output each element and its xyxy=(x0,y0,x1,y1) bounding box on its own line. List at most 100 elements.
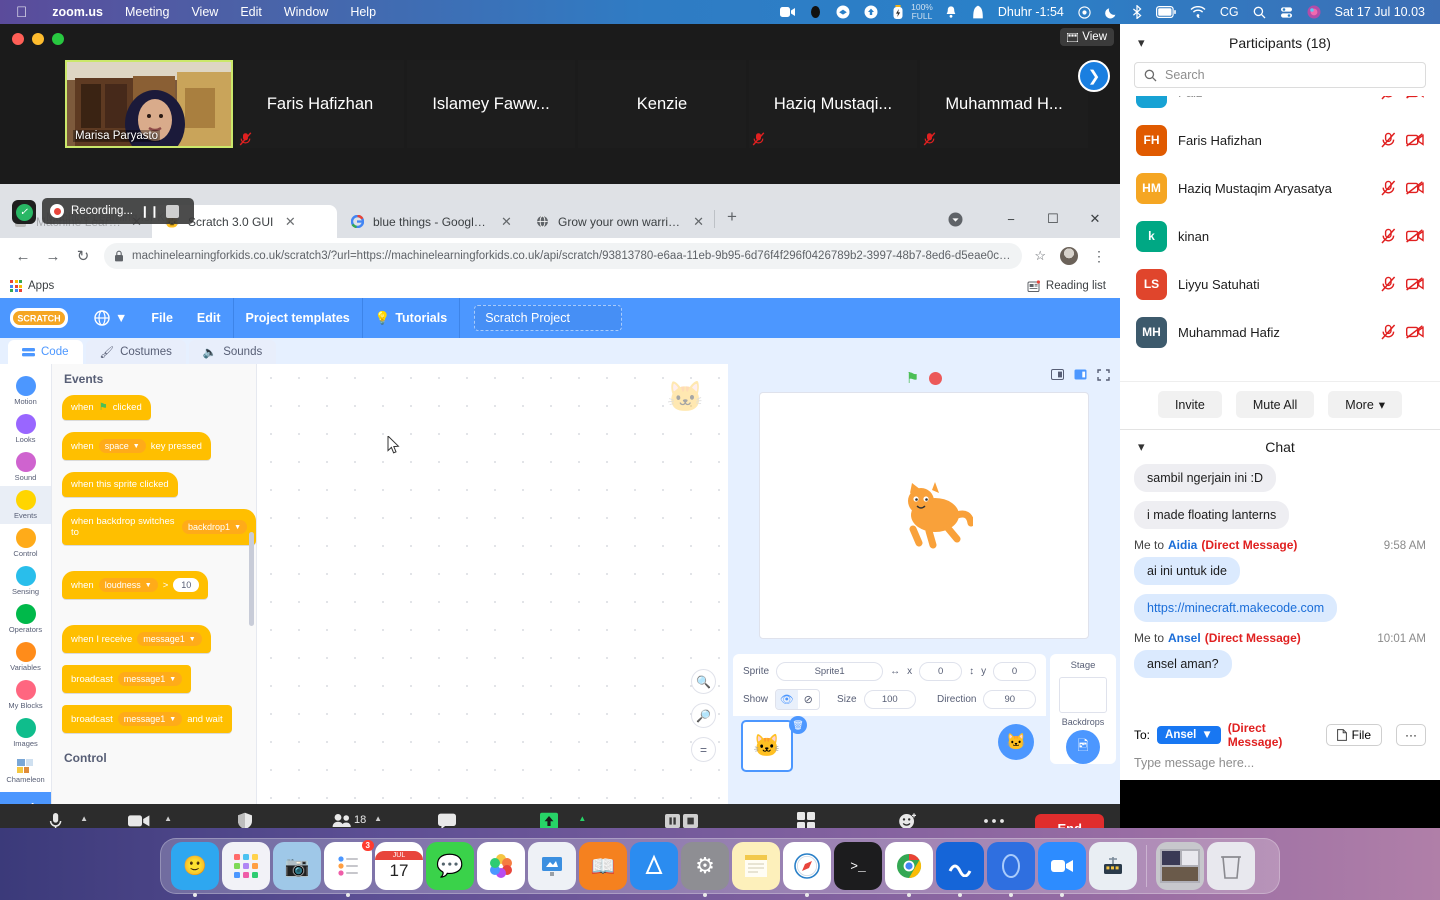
threshold-input[interactable]: 10 xyxy=(173,578,200,592)
stack-preview-icon[interactable] xyxy=(1156,842,1204,890)
category-looks[interactable]: Looks xyxy=(0,410,51,448)
menu-item-view[interactable]: View xyxy=(180,5,229,19)
key-dropdown[interactable]: space ▼ xyxy=(98,439,146,453)
safari-icon[interactable] xyxy=(783,842,831,897)
category-chameleon[interactable]: Chameleon xyxy=(0,752,51,790)
palette-scrollbar[interactable] xyxy=(249,532,254,626)
browser-tab-warrigal-greens[interactable]: Grow your own warrigal greens - ✕ xyxy=(522,205,714,238)
stage-thumbnail[interactable] xyxy=(1059,677,1107,713)
video-off-icon[interactable] xyxy=(1406,133,1424,147)
chat-message-list[interactable]: sambil ngerjain ini :D i made floating l… xyxy=(1120,464,1440,715)
battery-icon[interactable] xyxy=(1149,6,1183,18)
browser-tab-google-search[interactable]: blue things - Google Search ✕ xyxy=(337,205,522,238)
zoom-icon[interactable] xyxy=(1038,842,1086,897)
category-variables[interactable]: Variables xyxy=(0,638,51,676)
address-bar[interactable]: machinelearningforkids.co.uk/scratch3/?u… xyxy=(104,243,1023,269)
messages-icon[interactable]: 💬 xyxy=(426,842,474,890)
calendar-icon[interactable]: JUL 17 xyxy=(375,842,423,890)
sprite-name-input[interactable]: Sprite1 xyxy=(776,662,884,681)
chevron-up-icon[interactable]: ▲ xyxy=(80,814,88,823)
scratch-menu-tutorials[interactable]: 💡 Tutorials xyxy=(363,311,459,326)
show-hidden-button[interactable]: ⊘ xyxy=(798,690,820,709)
block-when-i-receive[interactable]: when I receive message1 ▼ xyxy=(62,625,211,653)
loudness-dropdown[interactable]: loudness ▼ xyxy=(98,578,158,592)
project-name-input[interactable]: Scratch Project xyxy=(474,305,623,331)
bookmark-star-icon[interactable]: ☆ xyxy=(1028,248,1052,264)
finder-icon[interactable]: 🙂 xyxy=(171,842,219,897)
menu-item-zoom[interactable]: zoom.us xyxy=(41,5,114,19)
participant-row-faris[interactable]: FH Faris Hafizhan xyxy=(1120,116,1440,164)
bookmark-apps[interactable]: Apps xyxy=(10,280,54,292)
menu-item-meeting[interactable]: Meeting xyxy=(114,5,180,19)
block-broadcast-and-wait[interactable]: broadcast message1 ▼ and wait xyxy=(62,705,232,733)
battery-charging-icon[interactable] xyxy=(885,4,911,20)
size-input[interactable]: 100 xyxy=(863,690,917,709)
green-flag-button[interactable]: ⚑ xyxy=(906,369,919,387)
category-sound[interactable]: Sound xyxy=(0,448,51,486)
reload-button[interactable]: ↻ xyxy=(68,247,98,265)
category-my-blocks[interactable]: My Blocks xyxy=(0,676,51,714)
new-tab-button[interactable]: + xyxy=(715,207,749,231)
message-dropdown[interactable]: message1 ▼ xyxy=(137,632,202,646)
chrome-icon[interactable] xyxy=(885,842,933,897)
participant-row-faiz[interactable]: F Faiz xyxy=(1120,96,1440,116)
notes-icon[interactable] xyxy=(732,842,780,890)
participant-row-liyyu[interactable]: LS Liyyu Satuhati xyxy=(1120,260,1440,308)
language-selector[interactable]: ▼ xyxy=(82,310,139,326)
stop-button[interactable] xyxy=(929,371,943,385)
close-button[interactable]: ✕ xyxy=(1074,211,1116,227)
keynote-icon[interactable] xyxy=(528,842,576,890)
chat-message-input[interactable]: Type message here... xyxy=(1134,756,1426,770)
back-button[interactable]: ← xyxy=(8,248,38,265)
close-tab-icon[interactable]: ✕ xyxy=(501,214,512,230)
apple-logo-icon[interactable]:  xyxy=(16,5,27,20)
block-broadcast[interactable]: broadcast message1 ▼ xyxy=(62,665,192,693)
video-off-icon[interactable] xyxy=(1406,229,1424,243)
add-sprite-button[interactable]: 🐱 xyxy=(998,724,1034,760)
send-file-button[interactable]: File xyxy=(1325,724,1382,746)
minimize-button[interactable]: − xyxy=(990,212,1032,227)
show-visible-button[interactable]: 👁 xyxy=(776,690,798,709)
participants-search-input[interactable]: Search xyxy=(1134,62,1426,88)
bluetooth-icon[interactable] xyxy=(1125,5,1149,19)
participant-row-muhammad[interactable]: MH Muhammad Hafiz xyxy=(1120,308,1440,356)
maximize-window-button[interactable] xyxy=(52,33,64,45)
menu-item-window[interactable]: Window xyxy=(273,5,339,19)
tab-code[interactable]: Code xyxy=(8,340,83,364)
video-tile-islamey[interactable]: Islamey Faww... xyxy=(407,60,575,148)
scratch-cat-sprite[interactable] xyxy=(895,481,973,551)
muted-mic-icon[interactable] xyxy=(1381,180,1396,196)
dropbox-icon[interactable] xyxy=(829,5,857,19)
restore-button[interactable]: ☐ xyxy=(1032,211,1074,227)
video-tile-haziq[interactable]: Haziq Mustaqi... xyxy=(749,60,917,148)
x-input[interactable]: 0 xyxy=(919,662,963,681)
message-dropdown[interactable]: message1 ▼ xyxy=(117,672,183,686)
backdrop-dropdown[interactable]: backdrop1 ▼ xyxy=(182,520,247,534)
show-toggle[interactable]: 👁 ⊘ xyxy=(775,689,821,710)
participants-list[interactable]: F Faiz FH Faris Hafizhan HM Haziq Mustaq… xyxy=(1120,96,1440,381)
muted-mic-icon[interactable] xyxy=(1381,276,1396,292)
video-tile-faris[interactable]: Faris Hafizhan xyxy=(236,60,404,148)
muted-mic-icon[interactable] xyxy=(1381,228,1396,244)
profile-badge-icon[interactable] xyxy=(948,212,990,227)
siri-icon[interactable] xyxy=(1300,5,1328,19)
invite-button[interactable]: Invite xyxy=(1157,391,1222,418)
zoom-reset-button[interactable]: = xyxy=(691,737,716,762)
video-tile-kenzie[interactable]: Kenzie xyxy=(578,60,746,148)
wifi-icon[interactable] xyxy=(1183,6,1213,18)
datetime-label[interactable]: Sat 17 Jul 10.03 xyxy=(1328,5,1432,19)
close-tab-icon[interactable]: ✕ xyxy=(283,214,297,230)
zoom-in-button[interactable]: 🔍 xyxy=(691,669,716,694)
participants-more-button[interactable]: More ▾ xyxy=(1328,391,1403,418)
direction-input[interactable]: 90 xyxy=(983,690,1036,709)
participant-row-kinan[interactable]: k kinan xyxy=(1120,212,1440,260)
chevron-up-icon[interactable]: ▲ xyxy=(374,814,382,823)
block-when-backdrop-switches[interactable]: when backdrop switches to backdrop1 ▼ xyxy=(62,509,256,545)
next-participants-button[interactable]: ❯ xyxy=(1078,60,1110,92)
category-events[interactable]: Events xyxy=(0,486,51,524)
muted-mic-icon[interactable] xyxy=(1381,324,1396,340)
block-when-key-pressed[interactable]: when space ▼ key pressed xyxy=(62,432,211,460)
timer-icon[interactable] xyxy=(1071,5,1098,19)
small-stage-button[interactable] xyxy=(1051,369,1064,381)
add-extension-button[interactable] xyxy=(0,792,51,804)
